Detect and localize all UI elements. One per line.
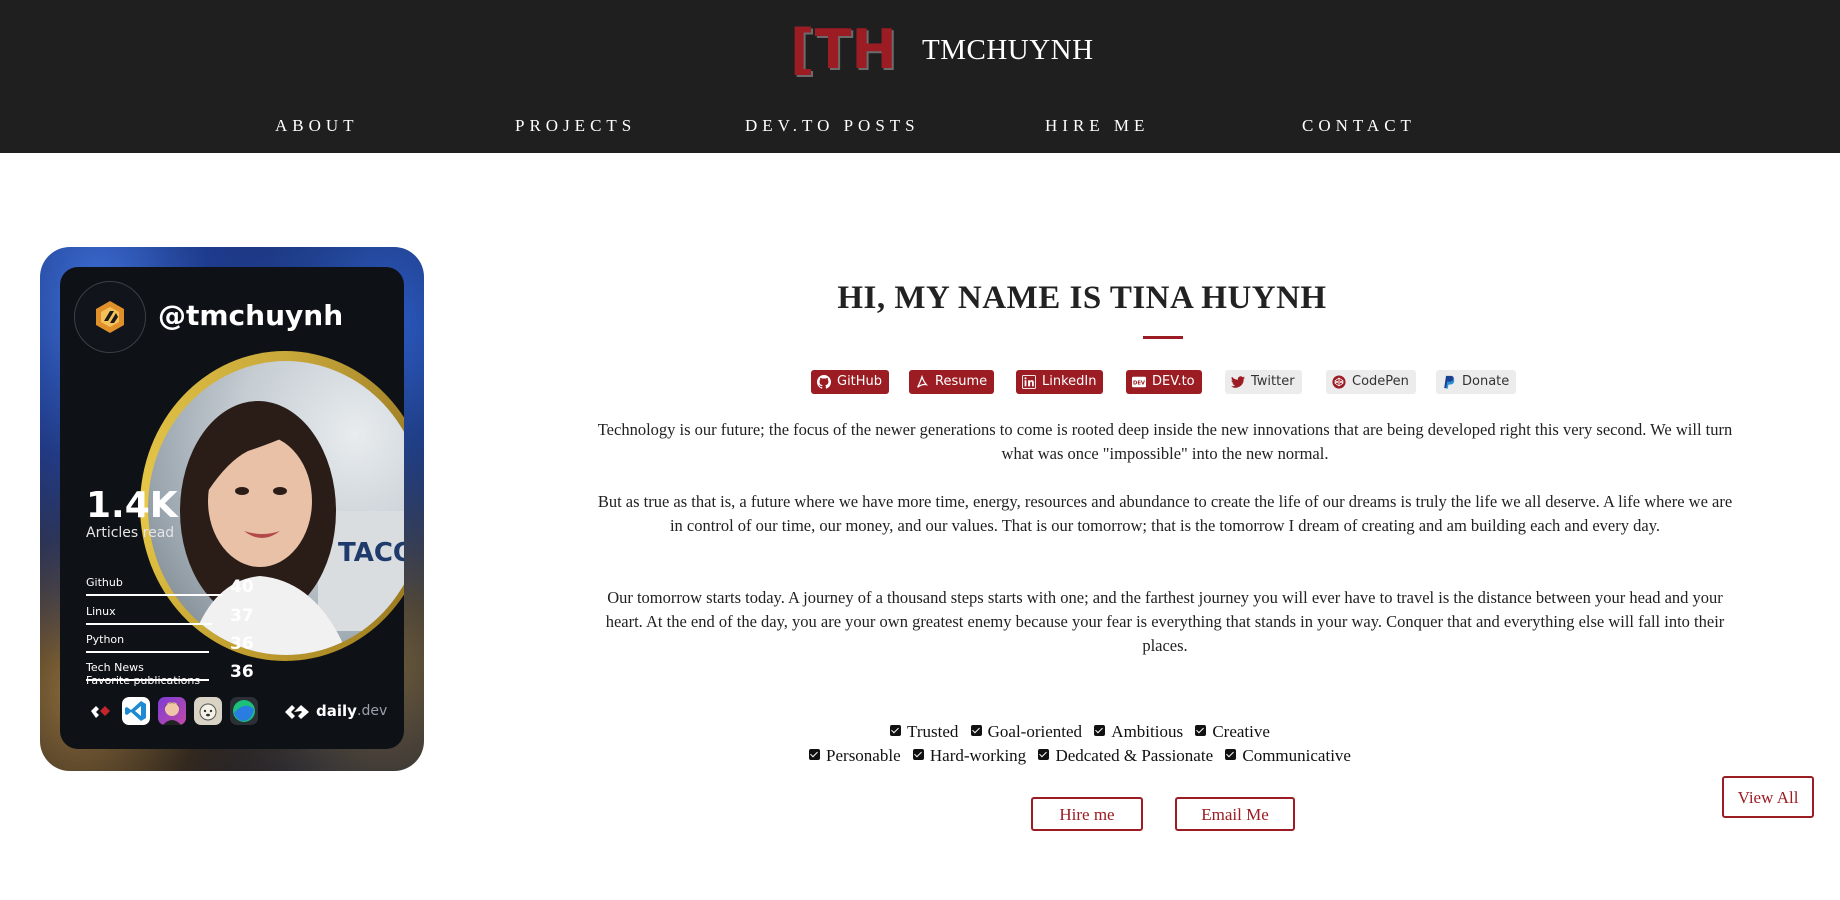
github-badge[interactable]: GitHub: [811, 370, 890, 394]
intro-paragraph: But as true as that is, a future where w…: [597, 492, 1733, 535]
checkbox-icon: [890, 725, 902, 736]
checkbox-icon: [1038, 749, 1050, 760]
badge-label: Resume: [935, 374, 988, 389]
checkbox-icon: [912, 749, 924, 760]
nav-contact[interactable]: CONTACT: [1302, 116, 1416, 136]
badge-label: LinkedIn: [1042, 374, 1097, 389]
site-logo[interactable]: [TH] [TH]: [790, 21, 900, 79]
checkbox-icon: [1094, 725, 1106, 736]
linkedin-badge[interactable]: LinkedIn: [1016, 370, 1104, 394]
tag-label: Github: [86, 576, 123, 589]
tag-bar: [86, 623, 212, 625]
view-all-button[interactable]: View All: [1722, 776, 1814, 818]
title-underline: [1143, 336, 1183, 339]
site-header: [TH] [TH] TMCHUYNH ABOUT PROJECTS DEV.TO…: [0, 0, 1840, 153]
tag-value: 40: [230, 577, 254, 597]
intro-paragraph: Technology is our future; the focus of t…: [597, 420, 1733, 463]
dog-publication-icon: [194, 697, 222, 725]
resume-badge[interactable]: Resume: [909, 370, 995, 394]
articles-read-count: 1.4K: [86, 485, 178, 526]
twitter-icon: [1231, 376, 1245, 388]
intro-paragraph: Our tomorrow starts today. A journey of …: [605, 588, 1725, 655]
svg-text:TACO: TACO: [338, 538, 404, 568]
donate-badge[interactable]: Donate: [1436, 370, 1517, 394]
traits-row: Trusted Goal-oriented Ambitious Creative: [0, 722, 1840, 742]
daily-dev-publication-icon: [86, 697, 114, 725]
badge-label: DEV.to: [1152, 374, 1195, 389]
svg-text:DEV: DEV: [1133, 381, 1146, 387]
avatar-publication-icon: [158, 697, 186, 725]
badge-label: GitHub: [837, 374, 883, 389]
devcard[interactable]: @tmchuynh TACO 1.4K Articles read Github…: [40, 247, 424, 771]
paypal-icon: [1444, 375, 1455, 389]
nav-devto-posts[interactable]: DEV.TO POSTS: [745, 116, 920, 136]
daily-dev-brand-suffix: .dev: [357, 703, 388, 719]
checkbox-icon: [1195, 725, 1207, 736]
tag-value: 36: [230, 662, 254, 682]
site-brand[interactable]: TMCHUYNH: [922, 34, 1094, 67]
checkbox-icon: [809, 749, 821, 760]
tag-bar: [86, 651, 209, 653]
codepen-icon: [1332, 375, 1346, 389]
nav-projects[interactable]: PROJECTS: [515, 116, 636, 136]
checkbox-icon: [1225, 749, 1237, 760]
trait-item: Personable: [809, 746, 901, 766]
trait-item: Ambitious: [1094, 722, 1183, 742]
svg-text:[TH]: [TH]: [790, 21, 900, 79]
articles-read-label: Articles read: [86, 525, 175, 541]
tag-label: Tech News: [86, 661, 144, 674]
tag-value: 36: [230, 634, 254, 654]
hire-me-button[interactable]: Hire me: [1031, 797, 1143, 831]
badge-label: Twitter: [1251, 374, 1295, 389]
intro-title-wrap: HI, MY NAME IS TINA HUYNH: [0, 280, 1840, 317]
pdf-icon: [917, 375, 929, 388]
favorites-label: Favorite publications: [86, 674, 201, 687]
daily-dev-brand: daily: [316, 702, 357, 720]
trait-item: Trusted: [890, 722, 958, 742]
nav-about[interactable]: ABOUT: [275, 116, 359, 136]
email-me-button[interactable]: Email Me: [1175, 797, 1295, 831]
trait-item: Hard-working: [912, 746, 1026, 766]
traits-row: Personable Hard-working Dedcated & Passi…: [0, 746, 1840, 766]
checkbox-icon: [970, 725, 982, 736]
tag-value: 37: [230, 606, 254, 626]
devto-badge[interactable]: DEV DEV.to: [1126, 370, 1202, 394]
badge-label: Donate: [1462, 374, 1510, 389]
vscode-publication-icon: [122, 697, 150, 725]
badge-label: CodePen: [1352, 374, 1409, 389]
page-title: HI, MY NAME IS TINA HUYNH: [837, 280, 1327, 316]
twitter-badge[interactable]: Twitter: [1225, 370, 1302, 394]
trait-item: Creative: [1195, 722, 1270, 742]
devcard-inner: @tmchuynh TACO 1.4K Articles read Github…: [60, 267, 404, 749]
daily-dev-icon: [285, 705, 309, 719]
tag-label: Python: [86, 633, 125, 646]
trait-item: Goal-oriented: [970, 722, 1082, 742]
orb-publication-icon: [230, 697, 258, 725]
codepen-badge[interactable]: CodePen: [1326, 370, 1416, 394]
devto-icon: DEV: [1132, 376, 1146, 388]
trait-item: Dedcated & Passionate: [1038, 746, 1213, 766]
github-icon: [817, 375, 831, 389]
linkedin-icon: [1022, 375, 1036, 389]
trait-item: Communicative: [1225, 746, 1351, 766]
nav-hire-me[interactable]: HIRE ME: [1045, 116, 1149, 136]
tag-label: Linux: [86, 605, 116, 618]
tag-bar: [86, 594, 223, 596]
